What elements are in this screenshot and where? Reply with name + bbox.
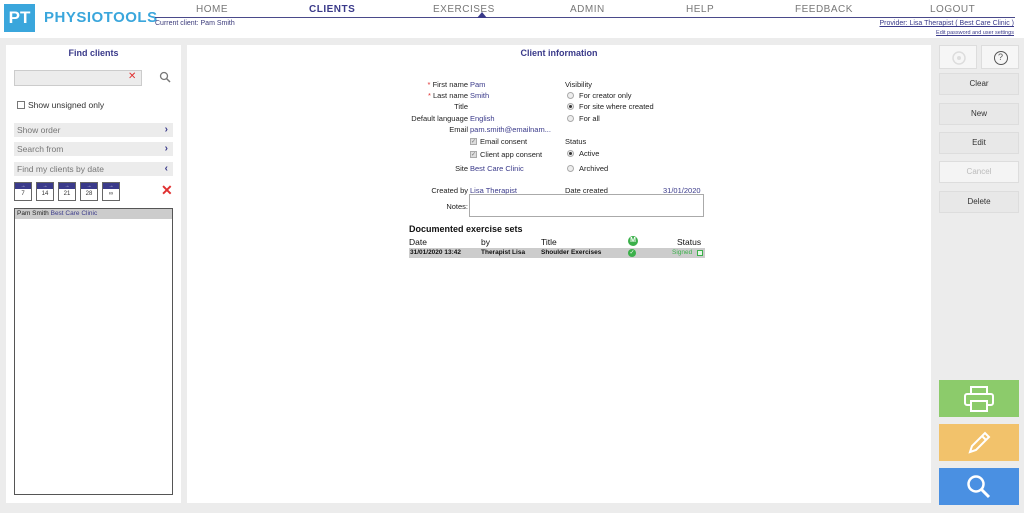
visibility-label: Visibility: [565, 80, 592, 89]
nav-admin[interactable]: ADMIN: [570, 4, 605, 15]
nav-feedback[interactable]: FEEDBACK: [795, 4, 853, 15]
notes-textarea[interactable]: [469, 194, 704, 217]
header: PT PHYSIOTOOLS HOME CLIENTS EXERCISES AD…: [0, 0, 1024, 38]
show-order-button[interactable]: Show order ›: [14, 123, 173, 137]
col-by: by: [481, 237, 490, 247]
documented-sets-title: Documented exercise sets: [409, 224, 523, 234]
status-archived-radio[interactable]: Archived: [567, 164, 608, 173]
show-unsigned-checkbox[interactable]: [17, 101, 25, 109]
checkmark-icon: ✓: [470, 138, 477, 145]
show-unsigned-row[interactable]: Show unsigned only: [17, 100, 104, 110]
email-consent-checkbox[interactable]: ✓ Email consent: [470, 137, 527, 146]
check-circle-icon: ✓: [628, 249, 636, 257]
find-by-date-label: Find my clients by date: [17, 164, 104, 174]
logo-text: PHYSIOTOOLS: [44, 9, 158, 26]
new-button[interactable]: New: [939, 103, 1019, 125]
clear-button[interactable]: Clear: [939, 73, 1019, 95]
cancel-button[interactable]: Cancel: [939, 161, 1019, 183]
notes-label: Notes:: [446, 202, 468, 211]
search-button[interactable]: [939, 468, 1019, 505]
client-information-title: Client information: [520, 48, 598, 58]
site-value[interactable]: Best Care Clinic: [470, 164, 524, 173]
find-clients-title: Find clients: [68, 48, 119, 58]
chevron-left-icon: ‹: [164, 163, 168, 174]
default-language-label: Default language: [411, 114, 468, 123]
status-label: Status: [565, 137, 587, 146]
gear-icon: [952, 51, 966, 65]
row-status: Signed: [672, 249, 693, 256]
first-name-label: * First name: [427, 80, 468, 89]
edit-button[interactable]: Edit: [939, 132, 1019, 154]
date-21-button[interactable]: → 21: [58, 182, 76, 201]
nav-clients[interactable]: CLIENTS: [309, 4, 355, 15]
date-all-button[interactable]: → ∞: [102, 182, 120, 201]
row-date: 31/01/2020 13:42: [410, 249, 461, 256]
signed-square-icon: [697, 250, 703, 256]
edit-pencil-button[interactable]: [939, 424, 1019, 461]
chevron-right-icon: ›: [164, 143, 168, 154]
magnifier-icon: [967, 474, 991, 498]
search-icon[interactable]: [159, 71, 171, 83]
show-order-label: Show order: [17, 125, 61, 135]
client-clinic: Best Care Clinic: [50, 210, 98, 217]
client-search-input[interactable]: [14, 70, 142, 86]
title-label: Title: [454, 102, 468, 111]
checkmark-icon: ✓: [470, 151, 477, 158]
first-name-value[interactable]: Pam: [470, 80, 485, 89]
email-label: Email: [449, 125, 468, 134]
row-title: Shoulder Exercises: [541, 249, 602, 256]
active-nav-caret-icon: [477, 12, 487, 18]
main-nav: HOME CLIENTS EXERCISES ADMIN HELP FEEDBA…: [155, 0, 1015, 18]
nav-logout[interactable]: LOGOUT: [930, 4, 975, 15]
col-title: Title: [541, 237, 557, 247]
logo-mark: PT: [4, 4, 35, 32]
col-status: Status: [677, 237, 702, 247]
client-information-panel: Client information * First name Pam * La…: [187, 45, 931, 503]
provider-link[interactable]: Provider: Lisa Therapist ( Best Care Cli…: [880, 20, 1014, 27]
current-client: Current client: Pam Smith: [155, 20, 235, 27]
default-language-value[interactable]: English: [470, 114, 495, 123]
find-by-date-button[interactable]: Find my clients by date ‹: [14, 162, 173, 176]
last-name-value[interactable]: Smith: [470, 91, 489, 100]
chevron-right-icon: ›: [164, 124, 168, 135]
show-unsigned-label: Show unsigned only: [28, 100, 105, 110]
row-by: Therapist Lisa: [481, 249, 526, 256]
email-consent-label: Email consent: [480, 137, 528, 146]
status-active-radio[interactable]: Active: [567, 149, 599, 158]
table-row[interactable]: 31/01/2020 13:42 Therapist Lisa Shoulder…: [409, 248, 705, 258]
client-app-consent-checkbox[interactable]: ✓ Client app consent: [470, 150, 542, 159]
print-button[interactable]: [939, 380, 1019, 417]
edit-password-link[interactable]: Edit password and user settings: [936, 30, 1014, 36]
clear-date-filter-icon[interactable]: ✕: [161, 182, 173, 199]
date-7-button[interactable]: → 7: [14, 182, 32, 201]
nav-home[interactable]: HOME: [196, 4, 228, 15]
delete-button[interactable]: Delete: [939, 191, 1019, 213]
visibility-site-radio[interactable]: For site where created: [567, 102, 654, 111]
mobile-app-icon: M: [628, 236, 638, 246]
date-28-button[interactable]: → 28: [80, 182, 98, 201]
last-name-label: * Last name: [427, 91, 468, 100]
visibility-creator-radio[interactable]: For creator only: [567, 91, 632, 100]
col-date: Date: [409, 237, 427, 247]
created-by-label: Created by: [431, 186, 468, 195]
search-from-label: Search from: [17, 144, 64, 154]
list-item[interactable]: Pam Smith Best Care Clinic: [15, 209, 172, 219]
visibility-all-radio[interactable]: For all: [567, 114, 600, 123]
email-value[interactable]: pam.smith@emailnam...: [470, 125, 551, 134]
client-app-consent-label: Client app consent: [480, 150, 543, 159]
printer-icon: [964, 385, 994, 412]
date-14-button[interactable]: → 14: [36, 182, 54, 201]
nav-help[interactable]: HELP: [686, 4, 714, 15]
date-range-buttons: → 7 → 14 → 21 → 28 → ∞: [14, 182, 120, 201]
pencil-icon: [968, 431, 991, 454]
settings-button[interactable]: [939, 45, 977, 69]
client-name: Pam Smith: [17, 210, 49, 217]
help-button[interactable]: ?: [981, 45, 1019, 69]
site-label: Site: [455, 164, 468, 173]
search-from-button[interactable]: Search from ›: [14, 142, 173, 156]
find-clients-panel: Find clients ✕ Show unsigned only Show o…: [6, 45, 181, 503]
client-list: Pam Smith Best Care Clinic: [14, 208, 173, 495]
